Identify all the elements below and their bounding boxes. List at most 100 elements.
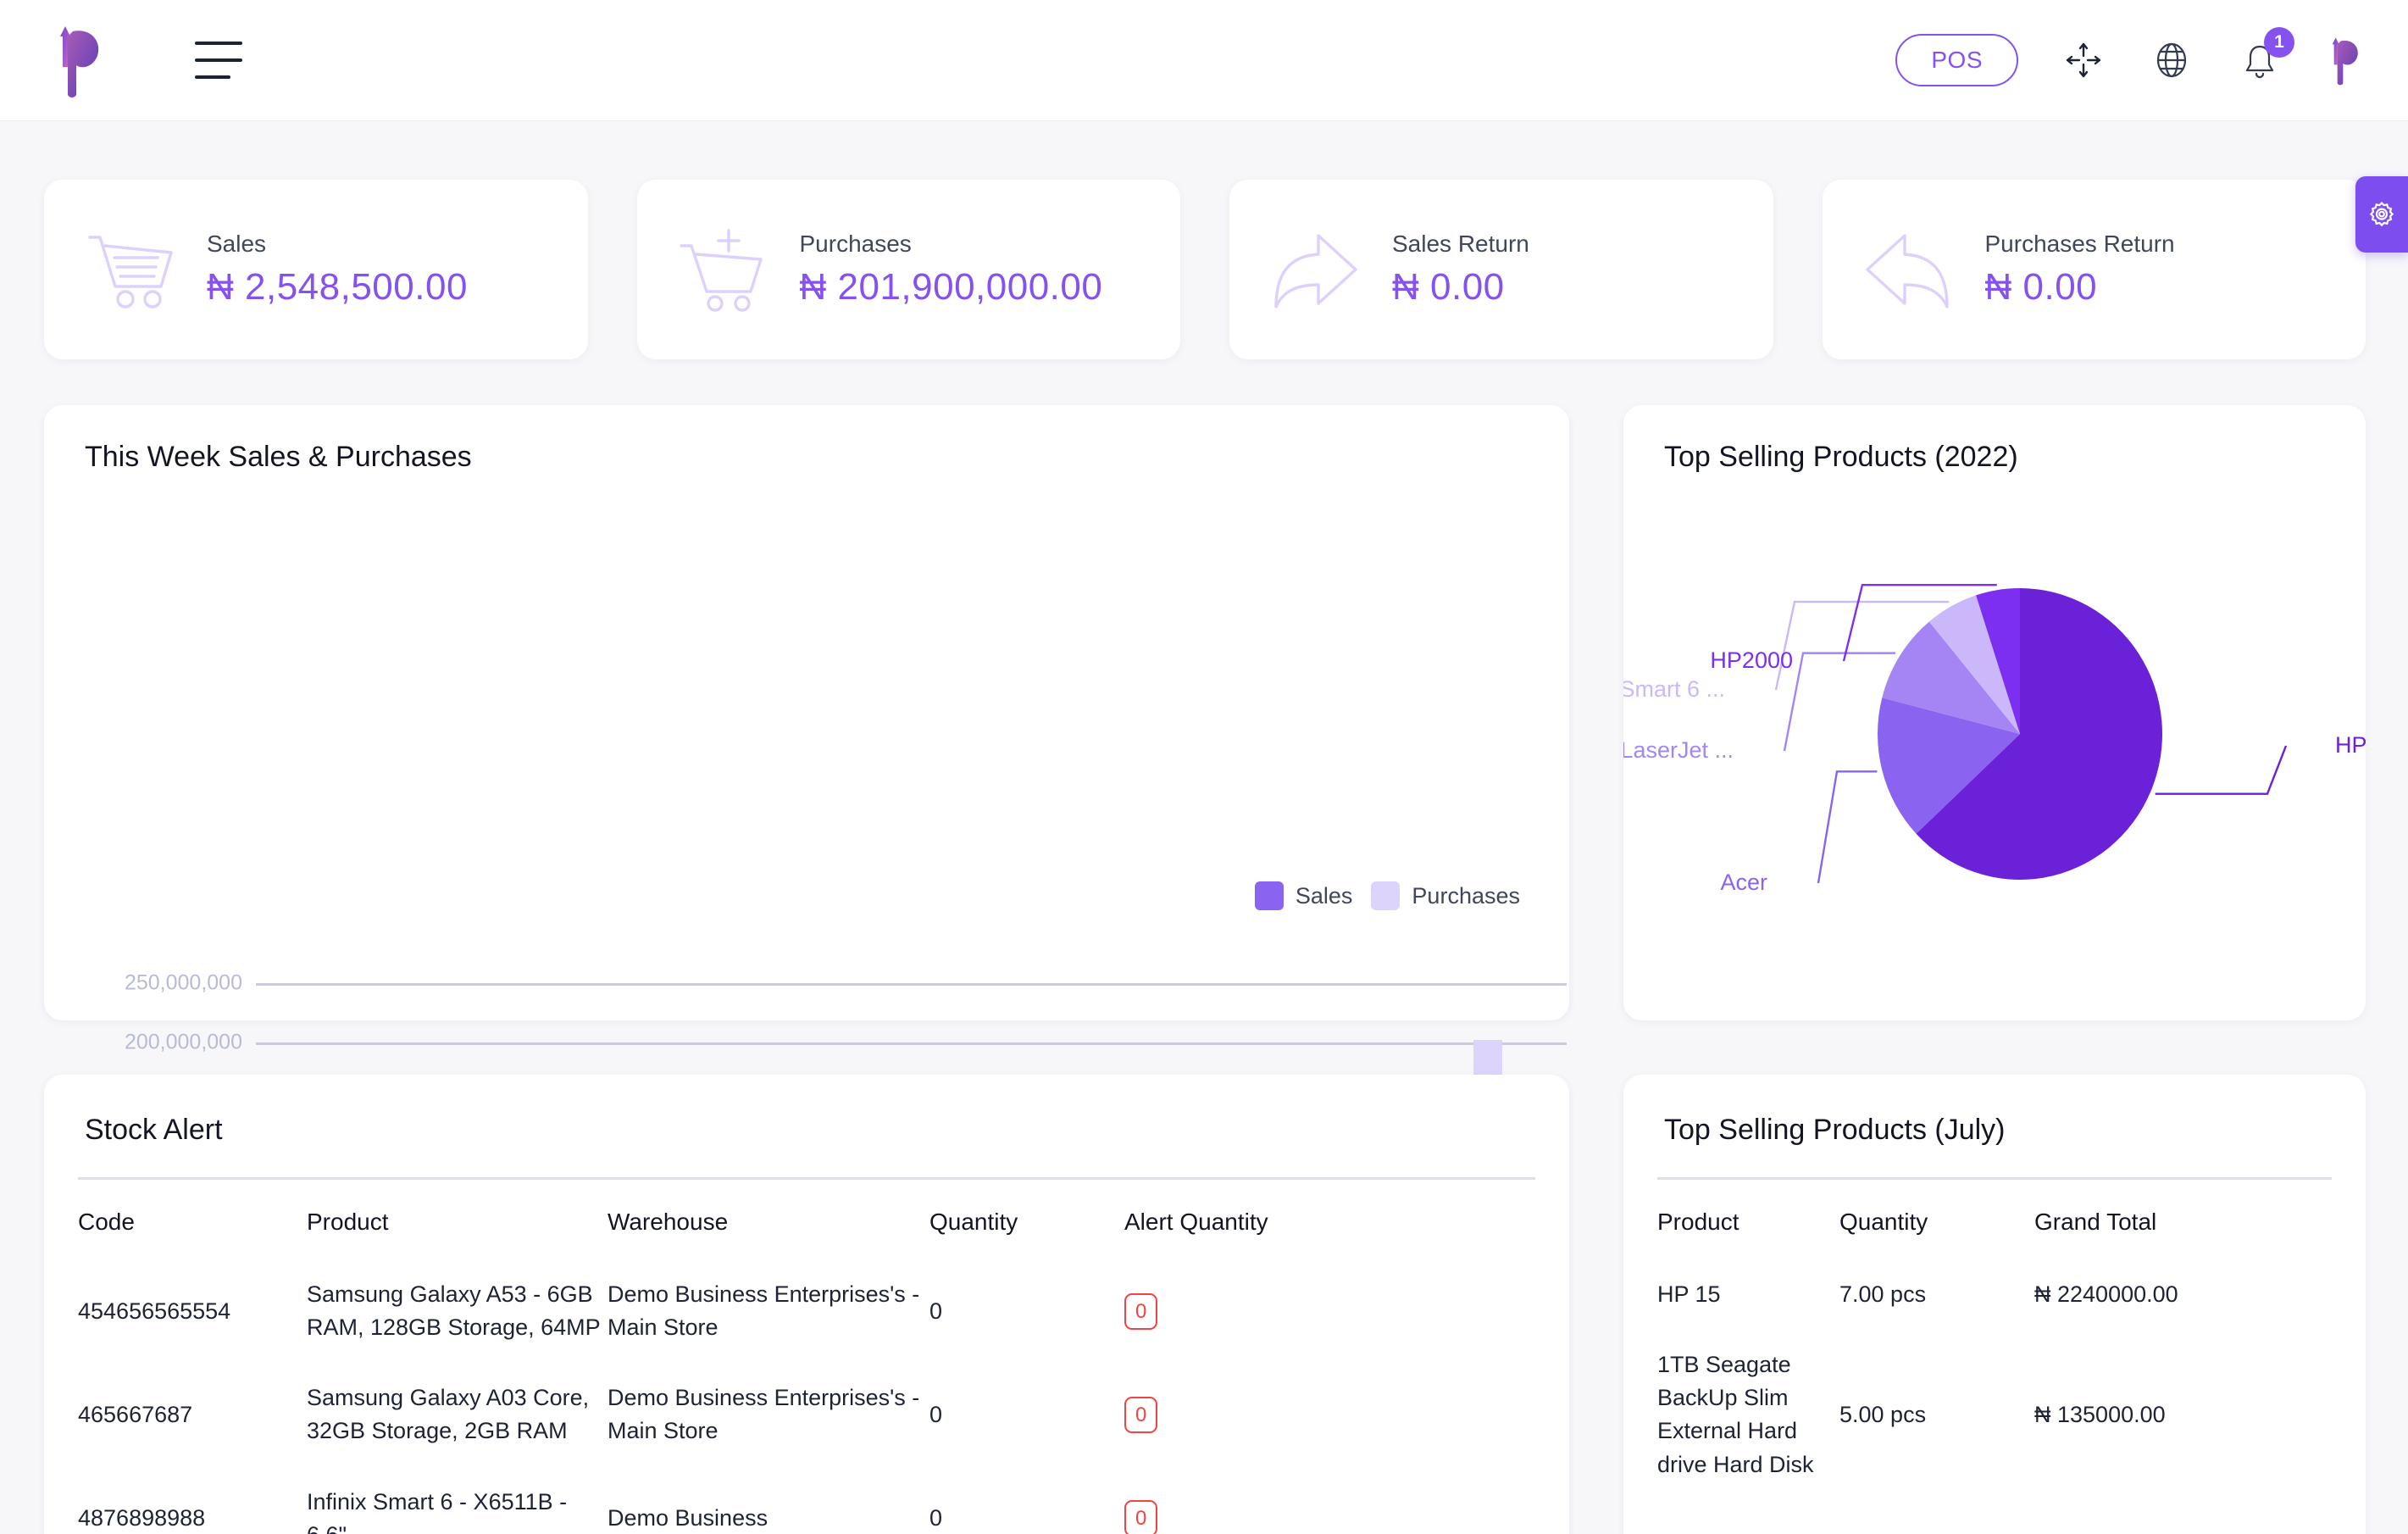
table-row[interactable]: 4876898988 Infinix Smart 6 - X6511B - 6.… — [78, 1467, 1535, 1534]
stock-alert-title: Stock Alert — [44, 1075, 1569, 1147]
stat-card-row: Sales ₦ 2,548,500.00 Purchases ₦ 201,900… — [44, 180, 2366, 359]
cell-code: 454656565554 — [78, 1298, 231, 1324]
table-header-row: Code Product Warehouse Quantity Alert Qu… — [78, 1180, 1535, 1259]
legend-item-sales[interactable]: Sales — [1254, 881, 1353, 910]
cell-quantity: 0 — [929, 1505, 943, 1531]
pie-callout-line — [1817, 770, 1878, 884]
july-products-table-body: HP 15 7.00 pcs ₦ 2240000.00 1TB Seagate … — [1657, 1259, 2332, 1500]
cell-quantity: 5.00 pcs — [1839, 1401, 1927, 1427]
pie-label-infinix-smart-6: Infinix Smart 6 ... — [1623, 676, 1725, 702]
cell-code: 465667687 — [78, 1401, 193, 1427]
pie-label-hp2000: HP2000 — [1710, 648, 1793, 673]
y-axis-tick-label: 250,000,000 — [124, 970, 242, 995]
table-header: Product Quantity Grand Total — [1657, 1180, 2332, 1259]
table-header: Code Product Warehouse Quantity Alert Qu… — [78, 1180, 1535, 1259]
gridline — [256, 1042, 1567, 1045]
cell-product: HP 15 — [1657, 1281, 1721, 1307]
cell-alert-quantity: 0 — [1124, 1363, 1535, 1466]
weekly-sales-purchases-panel: This Week Sales & Purchases Sales Purcha… — [44, 405, 1569, 1314]
cell-grand-total: ₦ 135000.00 — [2034, 1401, 2166, 1427]
dashboard-page: POS 1 Sales ₦ 2,548,500.00 Purchases ₦ 2… — [0, 0, 2408, 1534]
ip-logo-icon[interactable] — [49, 23, 115, 97]
pie-label-hp-laserjet: HP LaserJet ... — [1623, 737, 1734, 763]
settings-tab-button[interactable] — [2355, 176, 2408, 253]
cell-product: Samsung Galaxy A03 Core, 32GB Storage, 2… — [307, 1385, 590, 1444]
bar-chart-legend: Sales Purchases — [1254, 881, 1520, 910]
stat-label: Purchases — [799, 231, 912, 257]
bell-icon[interactable]: 1 — [2237, 27, 2294, 83]
legend-label: Purchases — [1412, 882, 1520, 909]
column-header-product[interactable]: Product — [307, 1180, 608, 1259]
hamburger-line — [195, 42, 242, 45]
top-bar-actions: POS 1 — [1895, 27, 2369, 86]
stock-alert-table: Code Product Warehouse Quantity Alert Qu… — [78, 1180, 1535, 1534]
hamburger-menu-icon[interactable] — [195, 42, 242, 79]
july-products-table: Product Quantity Grand Total HP 15 7.00 … — [1657, 1180, 2332, 1500]
stat-value: ₦ 0.00 — [1984, 266, 2098, 308]
table-header-row: Product Quantity Grand Total — [1657, 1180, 2332, 1259]
cell-quantity: 0 — [929, 1298, 943, 1324]
notification-badge: 1 — [2264, 27, 2294, 58]
column-header-grand-total[interactable]: Grand Total — [2034, 1180, 2332, 1259]
panel-title: Stock Alert — [85, 1114, 223, 1146]
status-badge: 0 — [1124, 1396, 1158, 1434]
cell-product: Infinix Smart 6 - X6511B - 6.6" , — [307, 1488, 568, 1534]
top-selling-products-july-panel: Top Selling Products (July) Product Quan… — [1623, 1075, 2366, 1534]
pie-chart-header: Top Selling Products (2022) — [1623, 405, 2366, 474]
pie-chart-canvas[interactable]: HP 15 Acer HP LaserJet ... Infinix Smart 6 … — [1553, 507, 2399, 1015]
top-selling-products-year-panel: Top Selling Products (2022) HP 15AcerHP … — [1553, 405, 2399, 1020]
globe-icon[interactable] — [2149, 37, 2194, 83]
column-header-warehouse[interactable]: Warehouse — [608, 1180, 929, 1259]
pie-callout-line — [2155, 745, 2288, 795]
stat-card-purchases[interactable]: Purchases ₦ 201,900,000.00 — [636, 180, 1180, 359]
stat-value: ₦ 201,900,000.00 — [799, 266, 1103, 308]
shopping-cart-plus-icon — [668, 219, 778, 320]
cell-quantity: 0 — [929, 1401, 943, 1427]
cell-warehouse: Demo Business — [608, 1505, 768, 1531]
column-header-product[interactable]: Product — [1657, 1180, 1839, 1259]
legend-swatch-sales — [1254, 881, 1284, 910]
stat-label: Sales — [207, 231, 267, 257]
table-row[interactable]: 1TB Seagate BackUp Slim External Hard dr… — [1657, 1330, 2332, 1500]
pos-button[interactable]: POS — [1895, 34, 2018, 86]
stock-alert-panel: Stock Alert Code Product Warehouse Quant… — [44, 1075, 1569, 1534]
stat-card-sales[interactable]: Sales ₦ 2,548,500.00 — [44, 180, 588, 359]
cell-alert-quantity: 0 — [1124, 1467, 1535, 1534]
hamburger-line — [195, 58, 242, 62]
top-navigation-bar: POS 1 — [0, 0, 2408, 120]
column-header-code[interactable]: Code — [78, 1180, 307, 1259]
panel-title: Top Selling Products (July) — [1664, 1114, 2006, 1146]
arrow-forward-icon — [1260, 219, 1370, 320]
stat-card-purchases-return[interactable]: Purchases Return ₦ 0.00 — [1822, 180, 2366, 359]
cell-product: 1TB Seagate BackUp Slim External Hard dr… — [1657, 1352, 1814, 1477]
table-row[interactable]: 454656565554 Samsung Galaxy A53 - 6GB RA… — [78, 1259, 1535, 1363]
column-header-quantity[interactable]: Quantity — [929, 1180, 1124, 1259]
arrow-back-icon — [1853, 219, 1963, 320]
legend-swatch-purchases — [1371, 881, 1401, 910]
column-header-alert-quantity[interactable]: Alert Quantity — [1124, 1180, 1535, 1259]
gridline — [256, 983, 1567, 986]
stat-label: Purchases Return — [1984, 231, 2175, 257]
ip-avatar-icon[interactable] — [2325, 34, 2369, 86]
cell-quantity: 7.00 pcs — [1839, 1281, 1927, 1307]
panel-title: Top Selling Products (2022) — [1664, 441, 2018, 473]
gear-icon — [2369, 201, 2394, 227]
legend-label: Sales — [1295, 882, 1353, 909]
stock-alert-table-body: 454656565554 Samsung Galaxy A53 - 6GB RA… — [78, 1259, 1535, 1534]
pie-label-hp-15: HP 15 — [2335, 732, 2366, 758]
status-badge: 0 — [1124, 1500, 1158, 1534]
stat-card-sales-return[interactable]: Sales Return ₦ 0.00 — [1229, 180, 1773, 359]
legend-item-purchases[interactable]: Purchases — [1371, 881, 1520, 910]
stat-label: Sales Return — [1392, 231, 1529, 257]
pie-chart: HP 15 Acer HP LaserJet ... Infinix Smart 6 … — [1553, 583, 2399, 895]
table-row[interactable]: 465667687 Samsung Galaxy A03 Core, 32GB … — [78, 1363, 1535, 1466]
table-row[interactable]: HP 15 7.00 pcs ₦ 2240000.00 — [1657, 1259, 2332, 1330]
column-header-quantity[interactable]: Quantity — [1839, 1180, 2034, 1259]
y-axis-tick-label: 200,000,000 — [124, 1030, 242, 1054]
stat-value: ₦ 2,548,500.00 — [207, 266, 468, 308]
shopping-cart-icon — [75, 219, 185, 320]
stat-value: ₦ 0.00 — [1392, 266, 1505, 308]
fullscreen-arrows-icon[interactable] — [2061, 37, 2106, 83]
pie-label-acer: Acer — [1720, 870, 1767, 895]
cell-grand-total: ₦ 2240000.00 — [2034, 1281, 2178, 1307]
